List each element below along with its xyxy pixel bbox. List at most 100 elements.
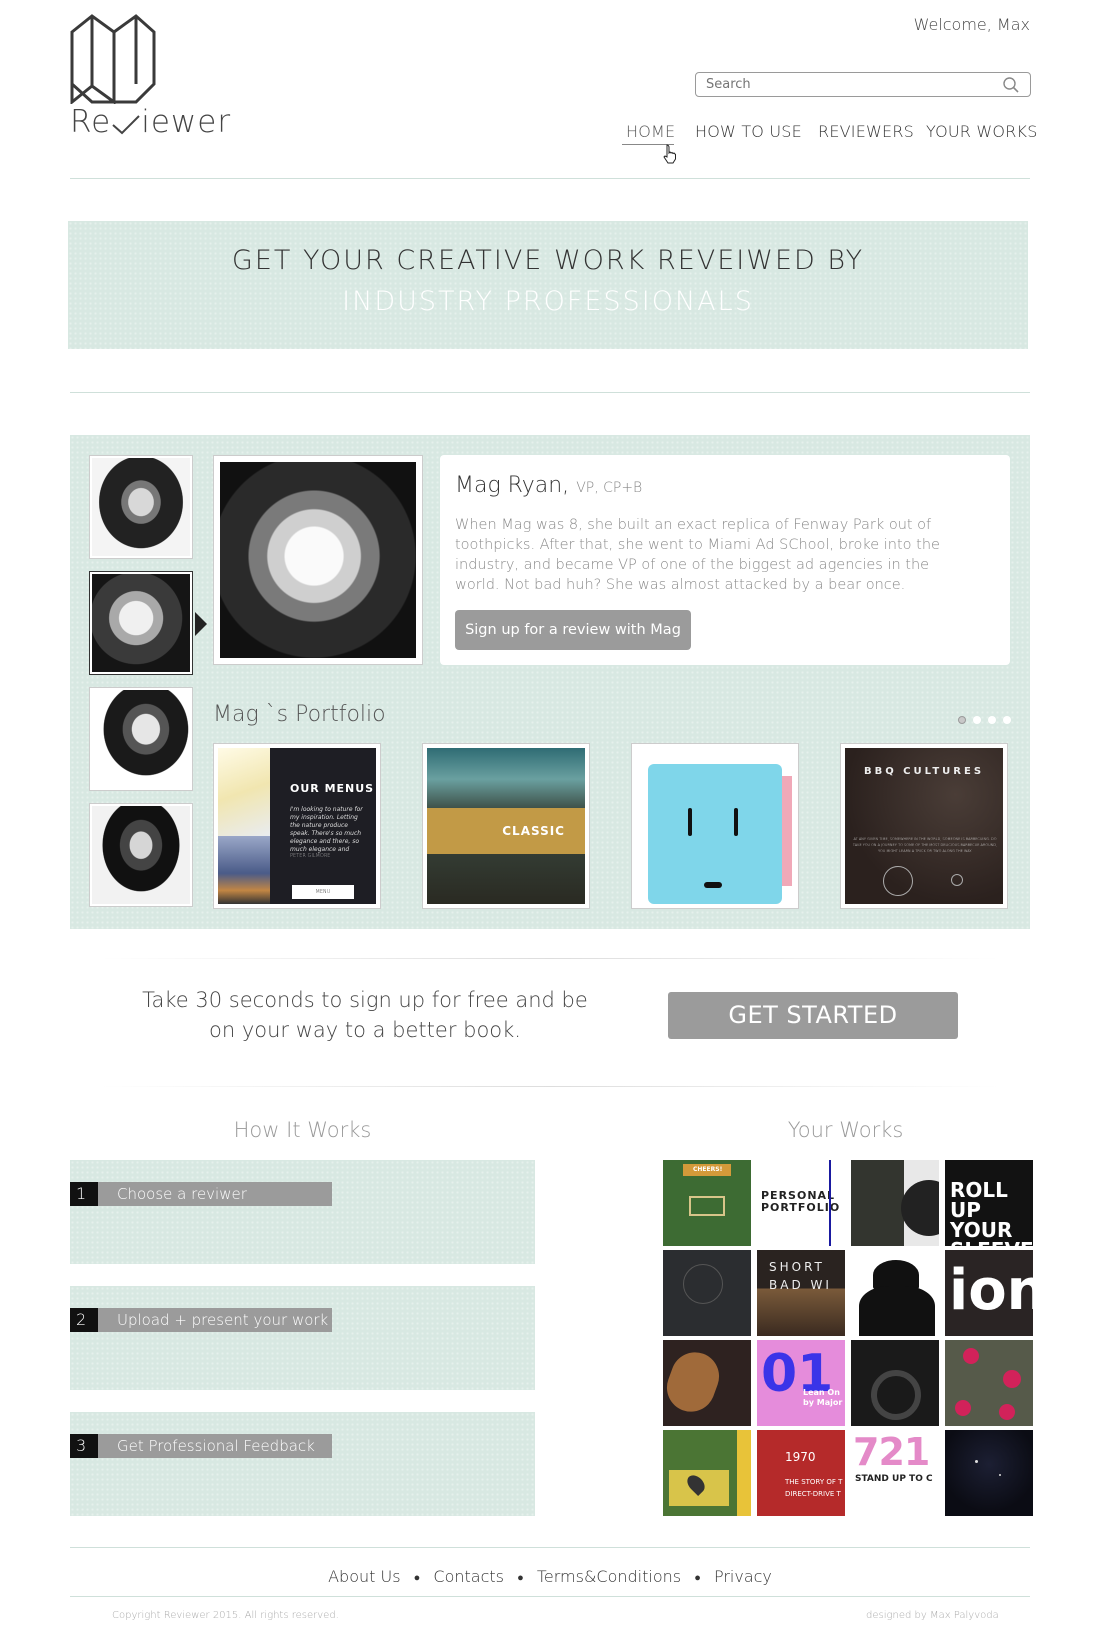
nav-your-works[interactable]: YOUR WORKS	[926, 122, 1038, 141]
work-tile-1[interactable]: CHEERS!	[663, 1160, 751, 1246]
work-tile-6[interactable]: SHORT BAD WI	[757, 1250, 845, 1336]
logo-text-right: iewer	[141, 104, 232, 140]
portfolio-item-1-sign: PETER GILMORE	[290, 853, 331, 859]
book-icon	[70, 14, 156, 106]
footer-links: About Us ● Contacts ● Terms&Conditions ●…	[70, 1567, 1030, 1586]
work-tile-14[interactable]: 1970 THE STORY OF T DIRECT-DRIVE T	[757, 1430, 845, 1516]
logo[interactable]	[68, 14, 158, 106]
cta-line2: on your way to a better book.	[209, 1018, 521, 1042]
work-tile-4[interactable]: ROLL UP YOUR SLEEVES	[945, 1160, 1033, 1246]
step-2-label: Upload + present your work	[117, 1311, 329, 1329]
footer-separator-1: ●	[413, 1571, 421, 1584]
work-tile-3[interactable]	[851, 1160, 939, 1246]
portfolio-item-1-body: I'm looking to nature for my inspiration…	[290, 806, 363, 853]
selected-arrow-icon	[195, 612, 207, 636]
portfolio-title: Mag `s Portfolio	[213, 702, 386, 727]
portfolio-item-1[interactable]: OUR MENUS I'm looking to nature for my i…	[213, 743, 381, 909]
reviewer-thumb-1[interactable]	[89, 455, 193, 559]
work-tile-6-text: SHORT BAD WI	[769, 1260, 832, 1292]
work-tile-14-subtext: THE STORY OF T DIRECT-DRIVE T	[785, 1478, 843, 1498]
step-3-label: Get Professional Feedback	[117, 1437, 315, 1455]
pointer-cursor-icon	[663, 144, 676, 164]
hero-title-line2: INDUSTRY PROFESSIONALS	[342, 286, 754, 317]
search-input[interactable]	[706, 75, 996, 94]
footer-separator-2: ●	[517, 1571, 524, 1584]
reviewer-thumb-3[interactable]	[89, 687, 193, 791]
portfolio-item-4[interactable]: BBQ CULTURES AT ANY GIVEN TIME, SOMEWHER…	[840, 743, 1008, 909]
welcome-text: Welcome, Max	[913, 15, 1030, 34]
work-tile-2-text: PERSONAL PORTFOLIO	[761, 1189, 841, 1214]
reviewer-name: Mag Ryan, VP, CP+B	[455, 473, 642, 498]
carousel-dot-1[interactable]	[958, 716, 966, 724]
footer-link-privacy[interactable]: Privacy	[714, 1567, 772, 1586]
work-tile-8-text: ion	[949, 1258, 1033, 1323]
work-tile-4-text: ROLL UP YOUR SLEEVES	[950, 1178, 1033, 1246]
cta-bottom-divider	[100, 1086, 1000, 1087]
header-divider	[70, 178, 1030, 179]
portfolio-item-2-heading: CLASSIC	[502, 824, 565, 838]
work-tile-14-text: 1970	[785, 1450, 816, 1464]
your-works-title: Your Works	[787, 1118, 904, 1142]
footer-link-about[interactable]: About Us	[328, 1567, 400, 1586]
work-tile-16[interactable]	[945, 1430, 1033, 1516]
check-icon	[112, 114, 140, 134]
step-1-box	[70, 1160, 535, 1264]
cta-top-divider	[100, 958, 1000, 959]
footer-link-terms[interactable]: Terms&Conditions	[537, 1567, 681, 1586]
reviewer-featured-photo	[213, 455, 423, 665]
work-tile-12[interactable]	[945, 1340, 1033, 1426]
footer-link-contacts[interactable]: Contacts	[433, 1567, 504, 1586]
portfolio-item-4-heading: BBQ CULTURES	[863, 766, 985, 777]
work-tile-15-text: 721	[853, 1430, 930, 1474]
portfolio-item-3[interactable]	[631, 743, 799, 909]
work-tile-2[interactable]: PERSONAL PORTFOLIO	[757, 1160, 845, 1246]
nav-how-to-use[interactable]: HOW TO USE	[695, 122, 802, 141]
work-tile-1-text: CHEERS!	[693, 1166, 723, 1173]
hero-banner	[68, 221, 1028, 349]
reviewer-name-text: Mag Ryan,	[455, 473, 570, 498]
reviewer-bio: When Mag was 8, she built an exact repli…	[455, 517, 940, 593]
get-started-button[interactable]: GET STARTED	[668, 992, 958, 1039]
hero-title-line1: GET YOUR CREATIVE WORK REVEIWED BY	[231, 245, 865, 276]
step-3-number: 3	[70, 1434, 98, 1458]
designed-by: designed by Max Palyvoda	[866, 1610, 999, 1621]
search-icon[interactable]	[1002, 76, 1020, 94]
copyright: Copyright Reviewer 2015. All rights rese…	[112, 1610, 339, 1621]
reviewer-role: VP, CP+B	[576, 480, 643, 496]
cta-message: Take 30 seconds to sign up for free and …	[130, 985, 600, 1045]
work-tile-8[interactable]: ion	[945, 1250, 1033, 1336]
step-1-label: Choose a reviwer	[117, 1185, 247, 1203]
work-tile-7[interactable]	[851, 1250, 939, 1336]
footer-top-divider	[70, 1547, 1030, 1548]
carousel-dot-4[interactable]	[1003, 716, 1011, 724]
footer-bottom-divider	[70, 1596, 1030, 1597]
portfolio-item-4-body: AT ANY GIVEN TIME, SOMEWHERE IN THE WORL…	[852, 837, 998, 853]
search-box[interactable]	[695, 72, 1031, 97]
logo-wordmark: Re iewer	[70, 104, 231, 140]
work-tile-11[interactable]	[851, 1340, 939, 1426]
work-tile-10-subtext: Lean On by Major	[803, 1388, 843, 1407]
logo-text-left: Re	[70, 104, 112, 140]
step-1-number: 1	[70, 1182, 98, 1206]
how-it-works-title: How It Works	[233, 1118, 372, 1142]
work-tile-10[interactable]: 01 Lean On by Major	[757, 1340, 845, 1426]
work-tile-15[interactable]: 721 STAND UP TO C	[851, 1430, 939, 1516]
review-signup-button[interactable]: Sign up for a review with Mag	[455, 610, 691, 650]
step-2-number: 2	[70, 1308, 98, 1332]
work-tile-5[interactable]	[663, 1250, 751, 1336]
footer-separator-3: ●	[694, 1571, 701, 1584]
reviewer-thumb-4[interactable]	[89, 803, 193, 907]
step-3-box	[70, 1412, 535, 1516]
portfolio-item-2[interactable]: CLASSIC	[422, 743, 590, 909]
nav-home[interactable]: HOME	[626, 122, 675, 141]
portfolio-item-1-cta: MENU	[292, 885, 354, 899]
work-tile-9[interactable]	[663, 1340, 751, 1426]
reviewer-thumb-2-selected[interactable]	[89, 571, 193, 675]
step-2-box	[70, 1286, 535, 1390]
nav-reviewers[interactable]: REVIEWERS	[818, 122, 914, 141]
carousel-dot-3[interactable]	[988, 716, 996, 724]
work-tile-13[interactable]	[663, 1430, 751, 1516]
carousel-dot-2[interactable]	[973, 716, 981, 724]
cta-line1: Take 30 seconds to sign up for free and …	[142, 988, 588, 1012]
portfolio-item-1-heading: OUR MENUS	[290, 782, 375, 795]
